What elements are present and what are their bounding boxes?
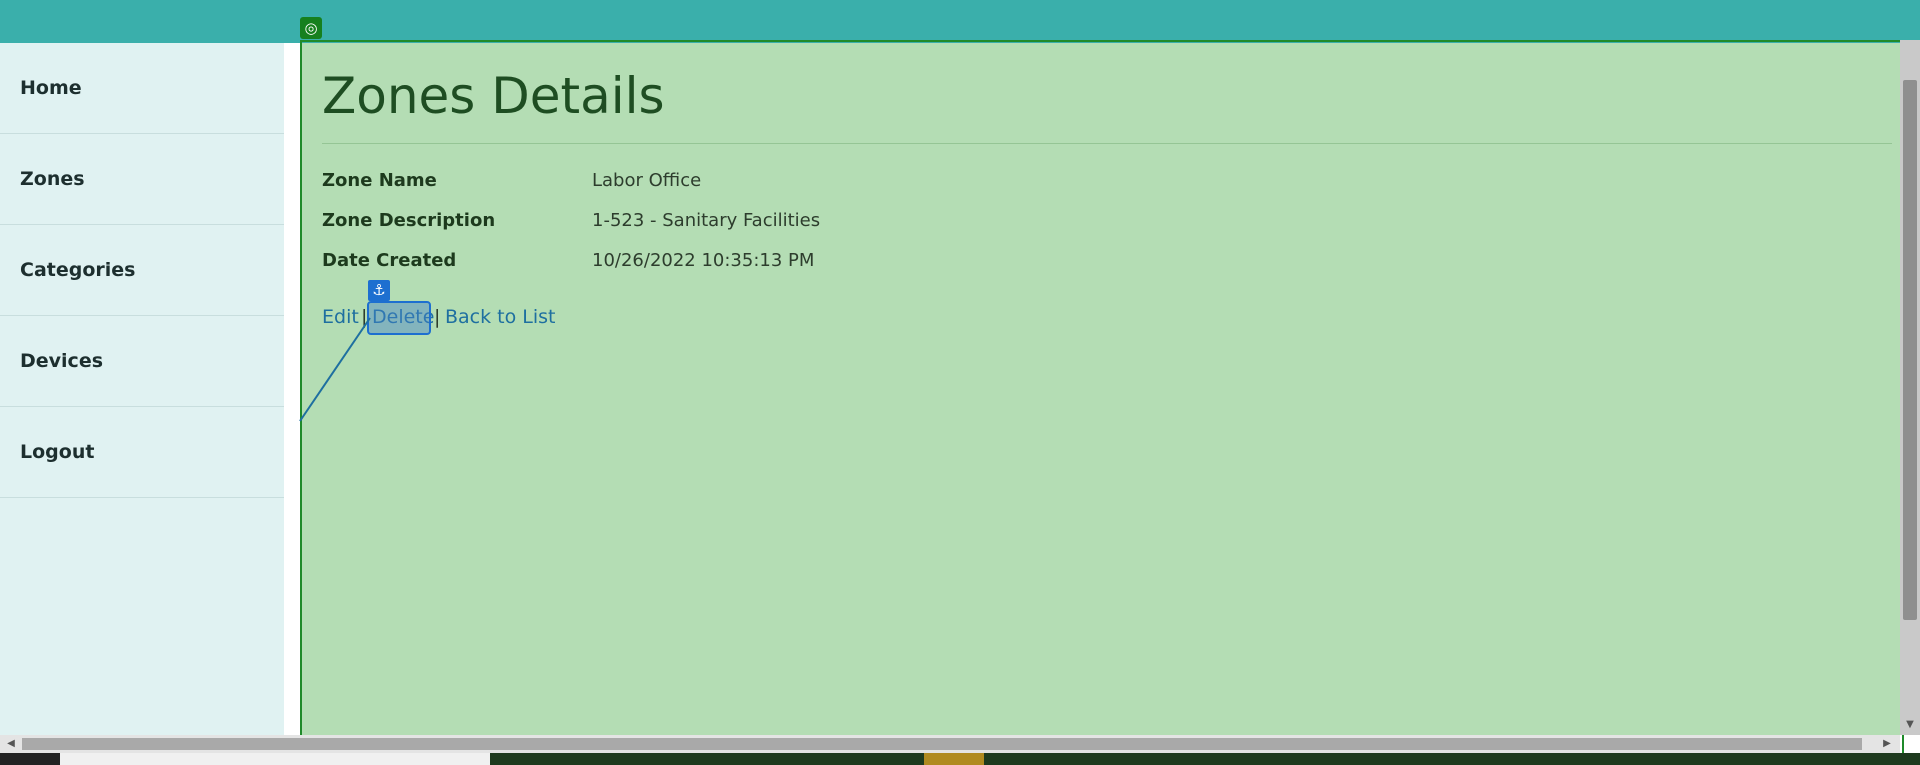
scroll-left-arrow-icon[interactable]: ◀ xyxy=(4,737,18,751)
sidebar-item-label: Categories xyxy=(20,259,136,281)
top-header-bar xyxy=(0,0,1920,43)
taskbar-start-segment[interactable] xyxy=(0,753,60,765)
detail-value-zone-name: Labor Office xyxy=(592,170,702,191)
vertical-scrollbar-thumb[interactable] xyxy=(1903,80,1917,620)
back-to-list-link[interactable]: Back to List xyxy=(445,306,556,328)
horizontal-scrollbar[interactable]: ◀ ▶ xyxy=(0,735,1900,753)
detail-term-date-created: Date Created xyxy=(322,250,457,271)
scroll-right-arrow-icon[interactable]: ▶ xyxy=(1880,737,1894,751)
content-gutter xyxy=(284,43,300,765)
page-title: Zones Details xyxy=(322,67,665,125)
taskbar-segment xyxy=(60,753,490,765)
sidebar-item-label: Home xyxy=(20,77,82,99)
horizontal-scrollbar-thumb[interactable] xyxy=(22,738,1862,750)
vertical-scrollbar[interactable]: ▼ xyxy=(1900,40,1920,735)
sidebar-item-devices[interactable]: Devices xyxy=(0,316,284,407)
taskbar-active-item[interactable] xyxy=(924,753,984,765)
delete-link-highlight xyxy=(367,301,431,335)
sidebar-item-logout[interactable]: Logout xyxy=(0,407,284,498)
detail-value-date-created: 10/26/2022 10:35:13 PM xyxy=(592,250,815,271)
sidebar-item-label: Logout xyxy=(20,441,95,463)
sidebar-item-categories[interactable]: Categories xyxy=(0,225,284,316)
target-icon: ◎ xyxy=(300,17,322,39)
action-separator: | xyxy=(434,306,441,328)
edit-link[interactable]: Edit xyxy=(322,306,359,328)
sidebar-item-home[interactable]: Home xyxy=(0,43,284,134)
title-divider xyxy=(322,143,1892,144)
sidebar-item-label: Zones xyxy=(20,168,85,190)
detail-term-zone-name: Zone Name xyxy=(322,170,437,191)
sidebar-item-zones[interactable]: Zones xyxy=(0,134,284,225)
main-content: Zones Details Zone Name Labor Office Zon… xyxy=(300,43,1900,735)
sidebar-item-label: Devices xyxy=(20,350,104,372)
taskbar xyxy=(0,753,1920,765)
anchor-icon: ⚓ xyxy=(368,280,390,301)
scroll-down-arrow-icon[interactable]: ▼ xyxy=(1903,719,1917,731)
sidebar: Home Zones Categories Devices Logout xyxy=(0,43,284,735)
detail-term-zone-description: Zone Description xyxy=(322,210,496,231)
detail-value-zone-description: 1-523 - Sanitary Facilities xyxy=(592,210,821,231)
